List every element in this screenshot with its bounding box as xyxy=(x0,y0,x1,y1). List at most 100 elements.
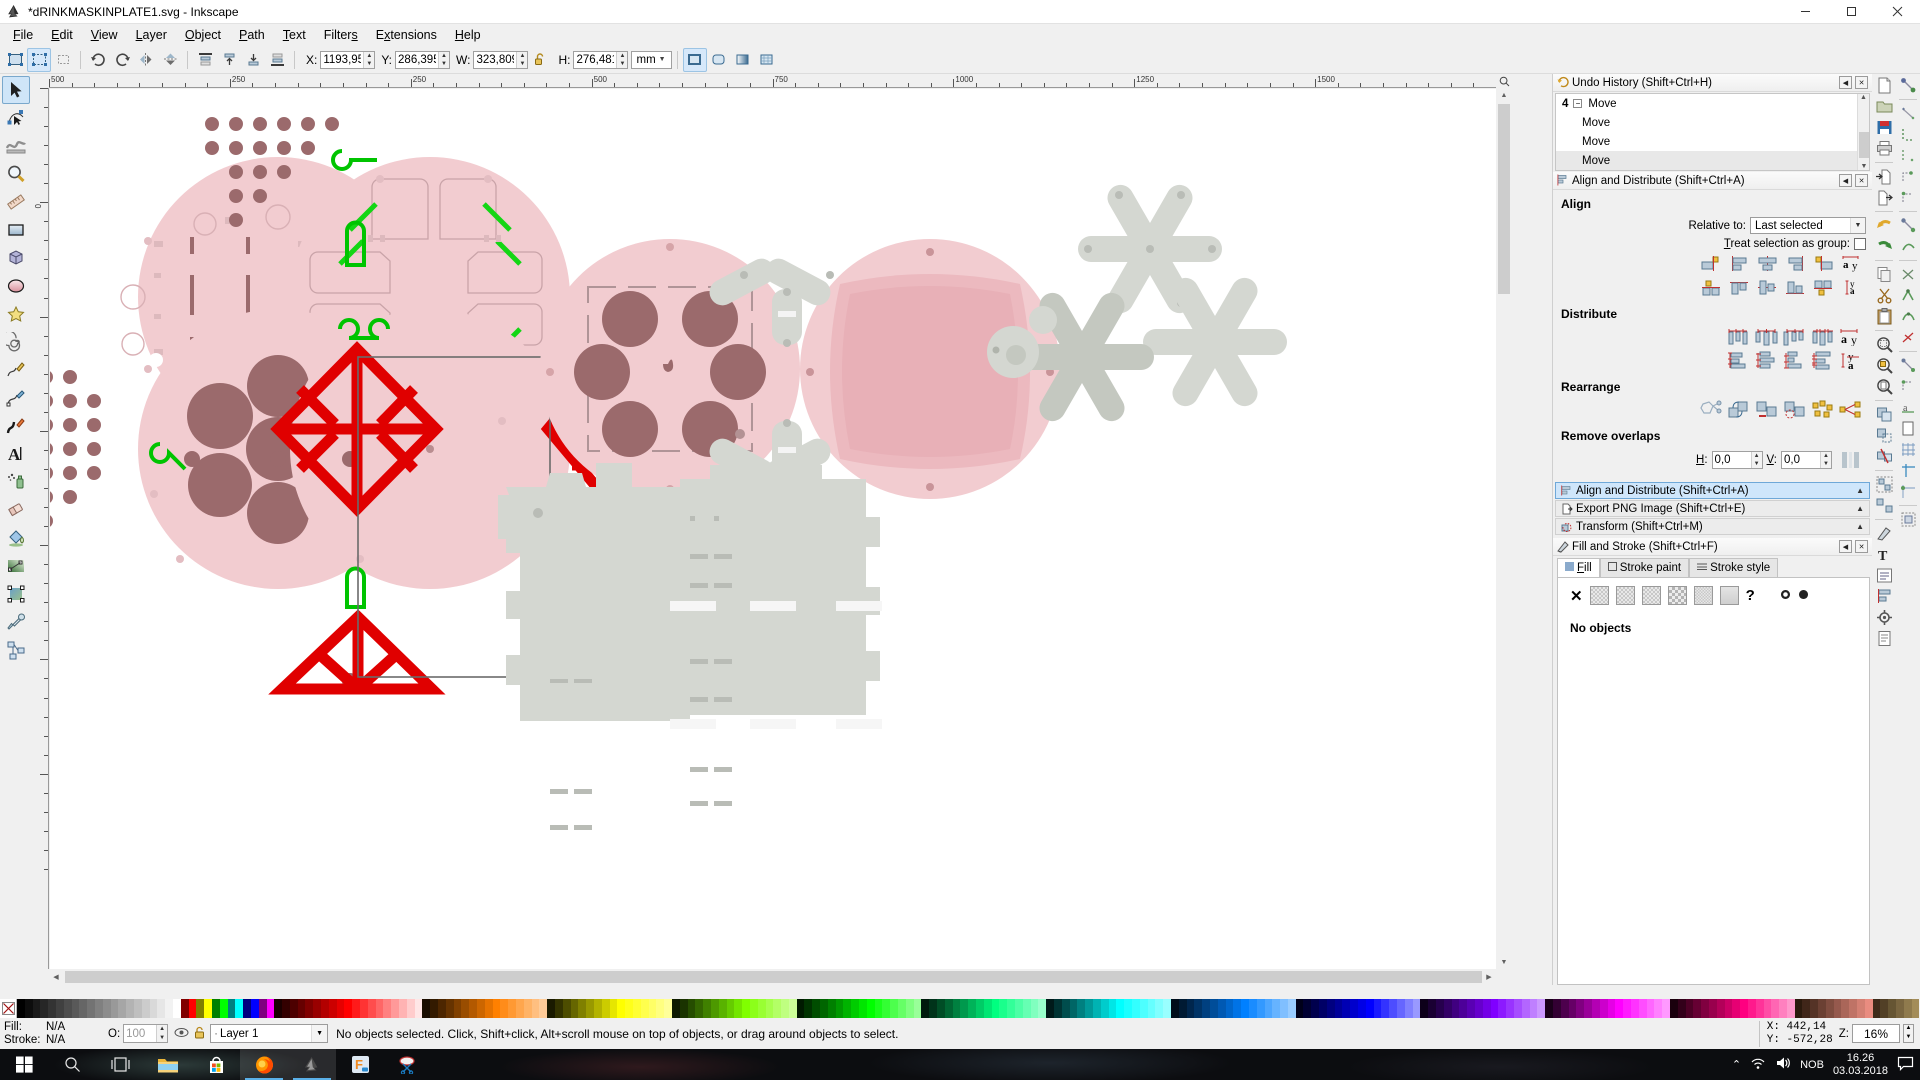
opacity-input[interactable] xyxy=(124,1025,157,1042)
palette-swatch[interactable] xyxy=(1537,999,1546,1018)
palette-swatch[interactable] xyxy=(1248,999,1257,1018)
center-on-vertical-axis-icon[interactable] xyxy=(1754,252,1780,274)
menu-text[interactable]: Text xyxy=(274,25,315,45)
print-icon[interactable] xyxy=(1873,138,1895,159)
palette-swatch[interactable] xyxy=(1100,999,1109,1018)
palette-swatch[interactable] xyxy=(1428,999,1437,1018)
volume-icon[interactable] xyxy=(1775,1056,1791,1073)
chevron-down-icon[interactable]: ▼ xyxy=(311,1025,328,1042)
palette-swatch[interactable] xyxy=(1701,999,1709,1018)
palette-swatch[interactable] xyxy=(469,999,478,1018)
palette-swatch[interactable] xyxy=(172,999,181,1018)
palette-swatch[interactable] xyxy=(1529,999,1538,1018)
exchange-positions-icon[interactable] xyxy=(1726,398,1752,420)
palette-swatch[interactable] xyxy=(87,999,95,1018)
palette-swatch[interactable] xyxy=(453,999,462,1018)
palette-swatch[interactable] xyxy=(336,999,345,1018)
palette-swatch[interactable] xyxy=(749,999,758,1018)
palette-swatch[interactable] xyxy=(1022,999,1031,1018)
palette-swatch[interactable] xyxy=(344,999,353,1018)
canvas-vertical-scrollbar[interactable]: ▲ ▼ xyxy=(1496,88,1512,969)
palette-swatch[interactable] xyxy=(726,999,735,1018)
opacity-spinner[interactable]: ▲▼ xyxy=(123,1024,169,1043)
palette-swatch[interactable] xyxy=(1350,999,1359,1018)
palette-swatch[interactable] xyxy=(297,999,306,1018)
palette-swatch[interactable] xyxy=(492,999,501,1018)
palette-swatch[interactable] xyxy=(1591,999,1600,1018)
lock-open-icon[interactable] xyxy=(531,51,549,69)
undo-history-list[interactable]: 4 − Move Move Move Move ▲ ▼ xyxy=(1555,93,1870,171)
palette-swatch[interactable] xyxy=(547,999,555,1018)
chevron-up-icon[interactable]: ⌃ xyxy=(1732,1058,1741,1071)
undo-row[interactable]: Move xyxy=(1556,132,1869,151)
palette-swatch[interactable] xyxy=(126,999,134,1018)
flip-horizontal-icon[interactable] xyxy=(134,48,158,72)
palette-swatch[interactable] xyxy=(211,999,220,1018)
gradient-tool[interactable] xyxy=(2,552,30,580)
palette-swatch[interactable] xyxy=(913,999,922,1018)
align-bottom-to-top-icon[interactable] xyxy=(1698,276,1724,298)
palette-swatch[interactable] xyxy=(703,999,711,1018)
palette-swatch[interactable] xyxy=(874,999,883,1018)
spiral-tool[interactable] xyxy=(2,328,30,356)
palette-swatch[interactable] xyxy=(445,999,454,1018)
palette-swatch[interactable] xyxy=(578,999,587,1018)
clone-icon[interactable] xyxy=(1873,425,1895,446)
scroll-down-arrow[interactable]: ▼ xyxy=(1496,955,1512,969)
palette-swatch[interactable] xyxy=(1584,999,1592,1018)
tab-stroke-style[interactable]: Stroke style xyxy=(1689,558,1779,577)
zoom-page-icon[interactable] xyxy=(1873,376,1895,397)
palette-swatch[interactable] xyxy=(1669,999,1678,1018)
palette-swatch[interactable] xyxy=(1303,999,1312,1018)
palette-swatch[interactable] xyxy=(1615,999,1624,1018)
palette-swatch[interactable] xyxy=(360,999,368,1018)
palette-swatch[interactable] xyxy=(258,999,267,1018)
unclump-icon[interactable] xyxy=(1838,398,1864,420)
overlap-v-spinner[interactable]: ▲▼ xyxy=(1781,451,1832,469)
palette-swatch[interactable] xyxy=(1077,999,1086,1018)
palette-swatch[interactable] xyxy=(1724,999,1733,1018)
zoom-value[interactable]: 16% xyxy=(1852,1024,1900,1043)
redo-icon[interactable] xyxy=(1873,236,1895,257)
snap-line-midpoint-icon[interactable] xyxy=(1897,327,1919,348)
palette-swatch[interactable] xyxy=(1163,999,1171,1018)
palette-swatch[interactable] xyxy=(890,999,899,1018)
undo-panel-dock-icon[interactable]: ◀ xyxy=(1839,76,1852,89)
palette-swatch[interactable] xyxy=(1311,999,1320,1018)
palette-swatch[interactable] xyxy=(313,999,322,1018)
snap-bbox-edge-icon[interactable] xyxy=(1897,124,1919,145)
palette-swatch[interactable] xyxy=(586,999,594,1018)
palette-swatch[interactable] xyxy=(1599,999,1608,1018)
palette-swatch[interactable] xyxy=(1131,999,1140,1018)
palette-swatch[interactable] xyxy=(352,999,361,1018)
palette-swatch[interactable] xyxy=(24,999,33,1018)
distribute-right-edges-icon[interactable] xyxy=(1782,325,1808,347)
horizontal-ruler[interactable]: 500 250 250 500 750 1000 1250 1500 xyxy=(49,74,1496,88)
palette-swatch[interactable] xyxy=(656,999,665,1018)
palette-swatch[interactable] xyxy=(1038,999,1047,1018)
palette-swatch[interactable] xyxy=(383,999,392,1018)
fill-value[interactable]: N/A xyxy=(46,1021,65,1034)
palette-swatch[interactable] xyxy=(430,999,439,1018)
palette-swatch[interactable] xyxy=(1046,999,1054,1018)
palette-swatch[interactable] xyxy=(1209,999,1218,1018)
palette-swatch[interactable] xyxy=(1358,999,1366,1018)
open-document-icon[interactable] xyxy=(1873,96,1895,117)
question-mark-icon[interactable]: ? xyxy=(1746,587,1755,604)
zoom-tool[interactable] xyxy=(2,160,30,188)
palette-swatch[interactable] xyxy=(1326,999,1335,1018)
palette-swatch[interactable] xyxy=(1139,999,1148,1018)
palette-swatch[interactable] xyxy=(1794,999,1803,1018)
palette-swatch[interactable] xyxy=(484,999,493,1018)
palette-swatch[interactable] xyxy=(625,999,633,1018)
menu-file[interactable]: FFileile xyxy=(4,25,42,45)
undo-row[interactable]: 4 − Move xyxy=(1556,94,1869,113)
palette-swatch[interactable] xyxy=(851,999,860,1018)
paste-icon[interactable] xyxy=(1873,306,1895,327)
align-panel-close-icon[interactable]: ✕ xyxy=(1855,174,1868,187)
eraser-tool[interactable] xyxy=(2,496,30,524)
palette-swatch[interactable] xyxy=(1451,999,1460,1018)
palette-swatch[interactable] xyxy=(1334,999,1343,1018)
palette-swatch[interactable] xyxy=(921,999,930,1018)
align-top-edges-icon[interactable] xyxy=(1726,276,1752,298)
